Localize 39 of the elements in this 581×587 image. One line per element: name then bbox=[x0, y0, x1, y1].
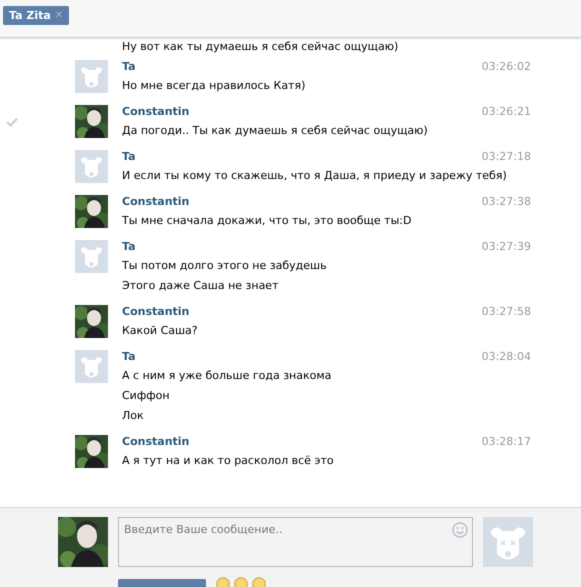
dog-avatar-icon bbox=[75, 240, 108, 273]
author-name[interactable]: Constantin bbox=[122, 105, 190, 122]
dog-avatar-icon bbox=[75, 350, 108, 383]
message-time: 03:26:02 bbox=[482, 60, 531, 75]
emoji-icon[interactable] bbox=[234, 577, 248, 587]
message-time: 03:27:39 bbox=[482, 240, 531, 255]
author-name[interactable]: Ta bbox=[122, 240, 136, 257]
message-text: Ну вот как ты думаешь я себя сейчас ощущаю) bbox=[121, 40, 400, 55]
dog-avatar-icon bbox=[483, 517, 533, 567]
message-text: Этого даже Саша не знает bbox=[122, 278, 280, 294]
emoji-icon[interactable] bbox=[252, 577, 266, 587]
emoji-icon[interactable] bbox=[216, 577, 230, 587]
message-text: Лок bbox=[122, 408, 145, 424]
author-name[interactable]: Ta bbox=[122, 60, 136, 77]
message-text: Да погоди.. Ты как думаешь я себя сейчас ощущаю) bbox=[122, 123, 429, 139]
author-name[interactable]: Ta bbox=[122, 350, 136, 367]
dog-avatar-icon bbox=[75, 150, 108, 183]
author-name[interactable]: Constantin bbox=[122, 305, 190, 322]
message-text: А я тут на и как то расколол всё это bbox=[122, 453, 335, 469]
message-text: Какой Саша? bbox=[122, 323, 199, 339]
message-input[interactable]: Введите Ваше сообщение.. bbox=[118, 517, 473, 567]
message-time: 03:28:04 bbox=[482, 350, 531, 365]
message-time: 03:27:18 bbox=[482, 150, 531, 165]
message-time: 03:28:17 bbox=[482, 435, 531, 450]
author-name[interactable]: Constantin bbox=[122, 195, 190, 212]
dog-avatar-icon bbox=[75, 60, 108, 93]
message-text: Ты мне сначала докажи, что ты, это вообще ты:D bbox=[122, 213, 412, 229]
author-name[interactable]: Ta bbox=[122, 150, 136, 167]
message-text: И если ты кому то скажешь, что я Даша, я приеду и зарежу тебя) bbox=[122, 168, 508, 184]
message-text: Ты потом долго этого не забудешь bbox=[122, 258, 328, 274]
message-text: А с ним я уже больше года знакома bbox=[122, 368, 332, 384]
smiley-icon[interactable] bbox=[452, 522, 468, 538]
message-time: 03:27:58 bbox=[482, 305, 531, 320]
message-time: 03:26:21 bbox=[482, 105, 531, 120]
author-name[interactable]: Constantin bbox=[122, 435, 190, 452]
message-text: Сиффон bbox=[122, 388, 171, 404]
message-time: 03:27:38 bbox=[482, 195, 531, 210]
message-text: Но мне всегда нравилось Катя) bbox=[122, 78, 306, 94]
chat-tab[interactable]: Ta Zita ✕ bbox=[3, 6, 70, 25]
